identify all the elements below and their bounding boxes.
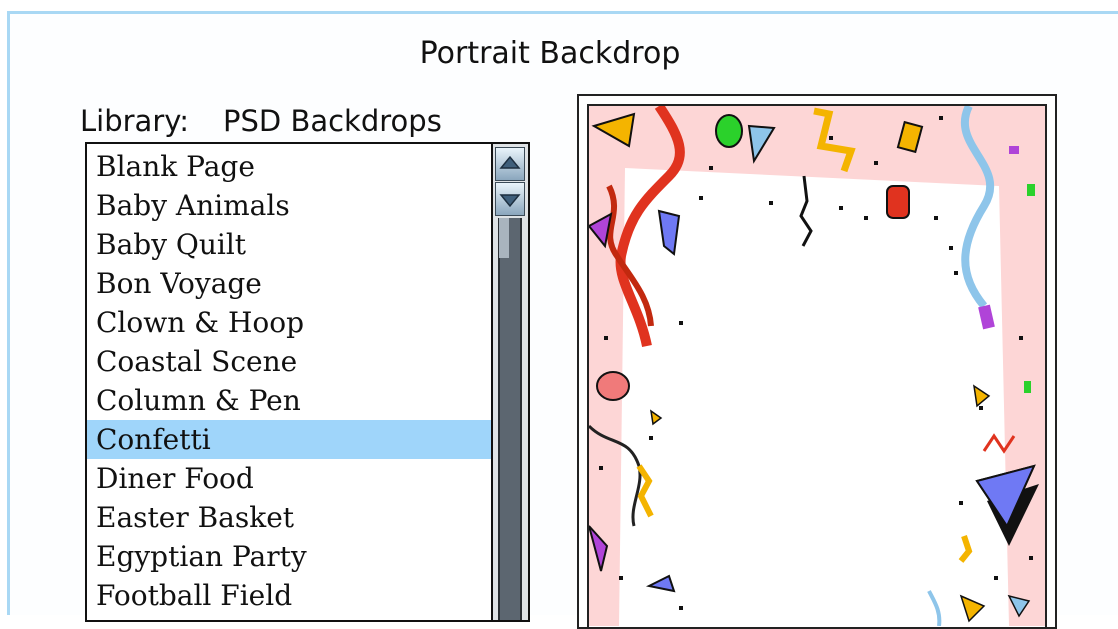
backdrop-dialog: Portrait Backdrop Library: PSD Backdrops… bbox=[7, 11, 1118, 629]
list-item[interactable]: Column & Pen bbox=[87, 381, 491, 420]
list-scrollbar[interactable] bbox=[491, 144, 528, 620]
confetti-backdrop-image bbox=[589, 106, 1045, 627]
list-item[interactable]: Egyptian Party bbox=[87, 537, 491, 576]
list-item[interactable]: Blank Page bbox=[87, 147, 491, 186]
scroll-down-button[interactable] bbox=[495, 182, 525, 216]
scroll-down-arrow-icon bbox=[499, 194, 521, 208]
list-item[interactable]: Easter Basket bbox=[87, 498, 491, 537]
scroll-up-button[interactable] bbox=[495, 147, 525, 181]
backdrop-preview bbox=[587, 104, 1047, 629]
list-item[interactable]: Diner Food bbox=[87, 459, 491, 498]
backdrop-listbox[interactable]: Blank Page Baby Animals Baby Quilt Bon V… bbox=[85, 142, 530, 622]
list-item[interactable]: Clown & Hoop bbox=[87, 303, 491, 342]
list-item[interactable]: Football Field bbox=[87, 576, 491, 615]
backdrop-preview-frame bbox=[577, 94, 1057, 629]
list-item[interactable]: Baby Quilt bbox=[87, 225, 491, 264]
scroll-up-arrow-icon bbox=[499, 155, 521, 169]
scroll-thumb[interactable] bbox=[499, 218, 509, 258]
dialog-title: Portrait Backdrop bbox=[419, 36, 681, 71]
library-name: PSD Backdrops bbox=[223, 104, 442, 138]
library-label: Library: bbox=[80, 104, 190, 138]
list-item[interactable]: Bon Voyage bbox=[87, 264, 491, 303]
scroll-track[interactable] bbox=[498, 218, 522, 620]
list-item[interactable]: Baby Animals bbox=[87, 186, 491, 225]
list-item-selected[interactable]: Confetti bbox=[87, 420, 491, 459]
backdrop-list: Blank Page Baby Animals Baby Quilt Bon V… bbox=[87, 147, 491, 615]
list-item[interactable]: Coastal Scene bbox=[87, 342, 491, 381]
